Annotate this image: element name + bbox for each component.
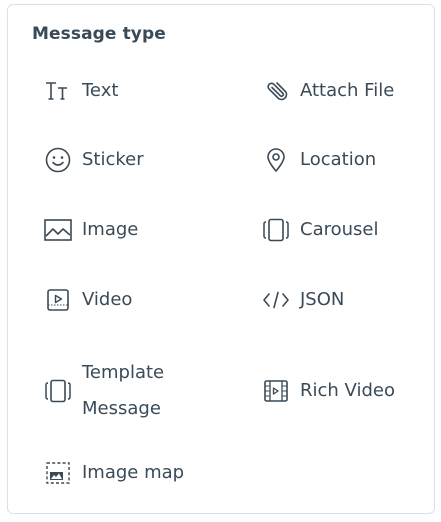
- carousel-icon: [262, 216, 290, 244]
- message-type-text[interactable]: Text: [44, 71, 118, 111]
- template-icon: [44, 377, 72, 405]
- message-type-location-label: Location: [300, 149, 377, 170]
- message-type-attach-file[interactable]: Attach File: [262, 71, 394, 111]
- message-type-template-message-label: Template Message: [82, 362, 165, 419]
- message-type-carousel[interactable]: Carousel: [262, 210, 378, 250]
- video-icon: [44, 286, 72, 314]
- film-icon: [262, 377, 290, 405]
- text-format-icon: [44, 77, 72, 105]
- message-type-image[interactable]: Image: [44, 210, 138, 250]
- map-pin-icon: [262, 146, 290, 174]
- message-type-json[interactable]: JSON: [262, 280, 344, 320]
- message-type-image-map[interactable]: Image map: [44, 453, 184, 493]
- message-type-json-label: JSON: [300, 289, 345, 310]
- panel-title: Message type: [32, 24, 166, 44]
- message-type-attach-file-label: Attach File: [300, 80, 395, 101]
- message-type-rich-video[interactable]: Rich Video: [262, 371, 395, 411]
- message-type-sticker[interactable]: Sticker: [44, 140, 144, 180]
- message-type-location[interactable]: Location: [262, 140, 376, 180]
- message-type-panel: Message type Text Attach File Sticker Lo…: [7, 4, 435, 514]
- message-type-carousel-label: Carousel: [300, 219, 379, 240]
- message-type-image-map-label: Image map: [82, 462, 185, 483]
- message-type-video-label: Video: [82, 289, 133, 310]
- message-type-video[interactable]: Video: [44, 280, 132, 320]
- image-map-icon: [44, 459, 72, 487]
- message-type-text-label: Text: [82, 80, 119, 101]
- image-icon: [44, 216, 72, 244]
- smiley-icon: [44, 146, 72, 174]
- message-type-template-message[interactable]: Template Message: [44, 353, 192, 429]
- message-type-image-label: Image: [82, 219, 139, 240]
- message-type-sticker-label: Sticker: [82, 149, 144, 170]
- code-icon: [262, 286, 290, 314]
- message-type-rich-video-label: Rich Video: [300, 380, 395, 401]
- paperclip-icon: [262, 77, 290, 105]
